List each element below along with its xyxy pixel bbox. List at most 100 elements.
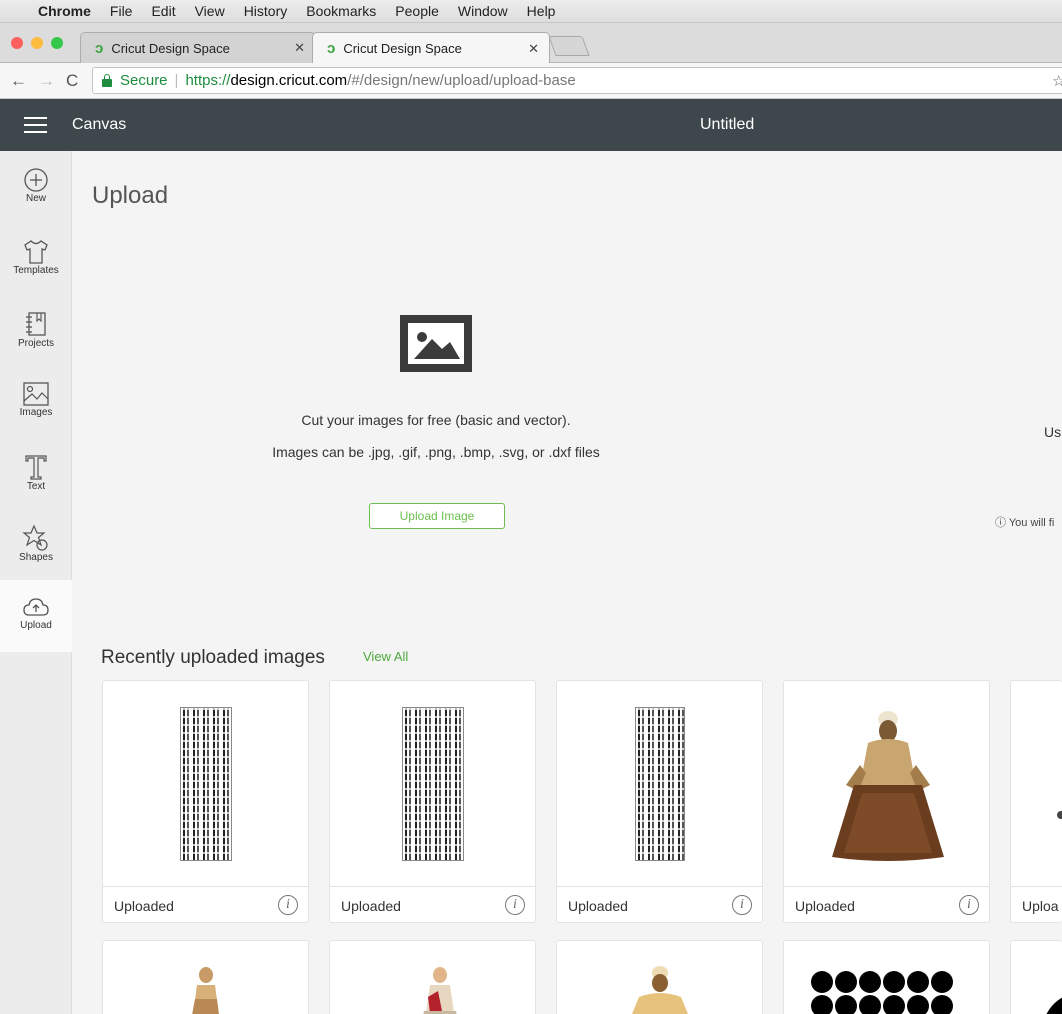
uploaded-image-card[interactable]: Uploaded i bbox=[102, 680, 309, 923]
upload-image-button[interactable]: Upload Image bbox=[369, 503, 505, 529]
notebook-icon bbox=[26, 312, 46, 336]
rail-label: Projects bbox=[17, 338, 55, 349]
bookmark-star-icon[interactable]: ☆ bbox=[1052, 72, 1062, 90]
info-icon[interactable]: i bbox=[959, 895, 979, 915]
card-label: Uploaded bbox=[568, 898, 628, 914]
secure-label: Secure bbox=[120, 72, 168, 89]
right-panel-partial-text: Us bbox=[1044, 424, 1062, 440]
rail-label: Templates bbox=[13, 265, 59, 276]
browser-tab-2-active[interactable]: ↄ Cricut Design Space ✕ bbox=[312, 32, 550, 64]
address-toolbar: ← → C Secure | https:// design.cricut.co… bbox=[0, 63, 1062, 99]
plus-circle-icon bbox=[24, 168, 48, 192]
card-footer: Uploa bbox=[1011, 886, 1062, 922]
reload-icon[interactable]: C bbox=[66, 71, 78, 91]
tab-title: Cricut Design Space bbox=[111, 40, 230, 56]
minimize-window-button[interactable] bbox=[31, 37, 43, 49]
close-tab-icon[interactable]: ✕ bbox=[294, 40, 305, 56]
uploaded-image-card[interactable] bbox=[783, 940, 990, 1014]
canvas-link[interactable]: Canvas bbox=[72, 116, 126, 134]
browser-tab-1[interactable]: ↄ Cricut Design Space ✕ bbox=[80, 32, 316, 63]
forward-arrow-icon[interactable]: → bbox=[38, 71, 55, 91]
right-panel-fine-print: ⓘ You will fi bbox=[995, 517, 1055, 529]
uploaded-image-card[interactable] bbox=[329, 940, 536, 1014]
menu-edit[interactable]: Edit bbox=[151, 3, 175, 19]
rail-item-new[interactable]: New bbox=[0, 167, 72, 239]
rail-item-projects[interactable]: Projects bbox=[0, 310, 72, 382]
card-thumbnail bbox=[784, 681, 989, 886]
card-footer: Uploaded i bbox=[330, 886, 535, 922]
card-label: Uploaded bbox=[795, 898, 855, 914]
url-path: /#/design/new/upload/upload-base bbox=[347, 72, 576, 89]
cricut-favicon-icon: ↄ bbox=[327, 40, 336, 57]
upload-image-icon bbox=[400, 315, 472, 372]
menu-window[interactable]: Window bbox=[458, 3, 508, 19]
menu-people[interactable]: People bbox=[395, 3, 439, 19]
cloud-upload-icon bbox=[23, 598, 49, 616]
uploaded-image-card[interactable]: Uploaded i bbox=[783, 680, 990, 923]
rail-label: Upload bbox=[20, 620, 52, 631]
image-icon bbox=[23, 382, 49, 406]
close-window-button[interactable] bbox=[11, 37, 23, 49]
cricut-favicon-icon: ↄ bbox=[95, 39, 104, 57]
rail-item-text[interactable]: Text bbox=[0, 453, 72, 525]
standing-figure-image bbox=[192, 967, 219, 1014]
upload-description-1: Cut your images for free (basic and vect… bbox=[301, 412, 571, 428]
menu-history[interactable]: History bbox=[244, 3, 288, 19]
card-thumbnail bbox=[557, 681, 762, 886]
upload-description-2: Images can be .jpg, .gif, .png, .bmp, .s… bbox=[272, 444, 600, 460]
rail-label: Shapes bbox=[19, 552, 53, 563]
app-header: Canvas Untitled bbox=[0, 99, 1062, 151]
browser-tab-strip: ↄ Cricut Design Space ✕ ↄ Cricut Design … bbox=[0, 23, 1062, 64]
url-separator: | bbox=[174, 72, 179, 89]
url-scheme: https:// bbox=[185, 72, 231, 89]
lock-icon bbox=[102, 73, 112, 87]
menu-file[interactable]: File bbox=[110, 3, 133, 19]
new-tab-button[interactable] bbox=[548, 36, 590, 56]
menu-app-chrome[interactable]: Chrome bbox=[38, 3, 91, 19]
view-all-link[interactable]: View All bbox=[363, 649, 408, 664]
card-footer: Uploaded i bbox=[784, 886, 989, 922]
card-label: Uploa bbox=[1022, 898, 1059, 914]
standing-figure-red-image bbox=[423, 967, 457, 1014]
card-footer: Uploaded i bbox=[557, 886, 762, 922]
tab-title: Cricut Design Space bbox=[343, 41, 462, 56]
info-icon[interactable]: i bbox=[278, 895, 298, 915]
rail-item-upload[interactable]: Upload bbox=[0, 580, 72, 652]
close-tab-icon[interactable]: ✕ bbox=[528, 41, 539, 57]
rail-label: New bbox=[25, 193, 46, 204]
page-title: Upload bbox=[92, 182, 169, 209]
uploaded-image-card-partial[interactable]: Uploa bbox=[1010, 680, 1062, 923]
zoom-window-button[interactable] bbox=[51, 37, 63, 49]
menu-view[interactable]: View bbox=[195, 3, 225, 19]
shirt-icon bbox=[24, 240, 48, 264]
uploaded-image-card[interactable]: Uploaded i bbox=[329, 680, 536, 923]
card-thumbnail bbox=[330, 681, 535, 886]
url-bar[interactable]: Secure | https:// design.cricut.com /#/d… bbox=[92, 67, 1062, 94]
recent-uploads-title: Recently uploaded images bbox=[101, 647, 325, 668]
card-footer: Uploaded i bbox=[103, 886, 308, 922]
menu-help[interactable]: Help bbox=[527, 3, 556, 19]
mac-menu-bar: Chrome File Edit View History Bookmarks … bbox=[0, 0, 1062, 23]
uploaded-image-card[interactable] bbox=[556, 940, 763, 1014]
info-icon[interactable]: i bbox=[505, 895, 525, 915]
uploaded-image-card-partial[interactable] bbox=[1010, 940, 1062, 1014]
info-icon[interactable]: i bbox=[732, 895, 752, 915]
seated-figure-image bbox=[832, 711, 944, 861]
card-label: Uploaded bbox=[114, 898, 174, 914]
document-title[interactable]: Untitled bbox=[700, 116, 754, 134]
url-host: design.cricut.com bbox=[230, 72, 348, 89]
shapes-icon bbox=[22, 524, 48, 551]
polka-dots-image bbox=[811, 971, 953, 1014]
back-arrow-icon[interactable]: ← bbox=[10, 71, 27, 91]
rail-label: Text bbox=[26, 481, 46, 492]
figure-yellow-image bbox=[632, 966, 688, 1014]
left-tool-rail: New Templates Projects Images Text Shape… bbox=[0, 151, 72, 1014]
card-thumbnail bbox=[1011, 681, 1062, 886]
card-label: Uploaded bbox=[341, 898, 401, 914]
uploaded-image-card[interactable]: Uploaded i bbox=[556, 680, 763, 923]
menu-bookmarks[interactable]: Bookmarks bbox=[306, 3, 376, 19]
hamburger-menu-icon[interactable] bbox=[24, 117, 47, 133]
uploaded-image-card[interactable] bbox=[102, 940, 309, 1014]
rail-item-templates[interactable]: Templates bbox=[0, 239, 72, 311]
card-thumbnail bbox=[103, 681, 308, 886]
